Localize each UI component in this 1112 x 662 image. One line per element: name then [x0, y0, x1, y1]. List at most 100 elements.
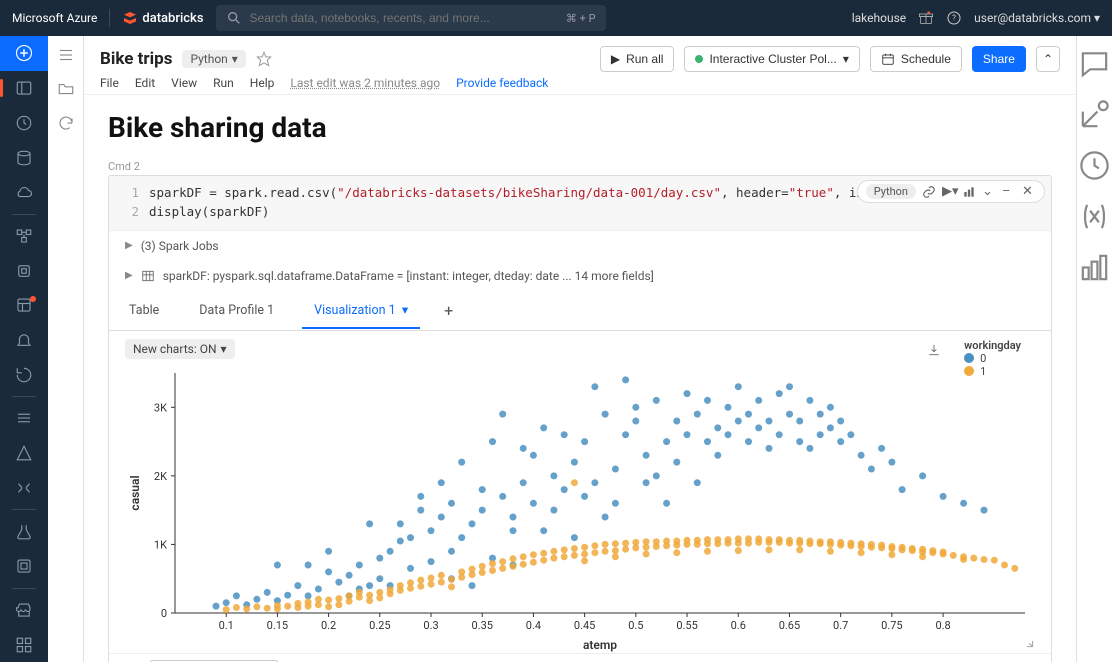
toc-icon[interactable] — [57, 46, 75, 64]
menu-run[interactable]: Run — [213, 76, 234, 90]
run-all-button[interactable]: ▶ Run all — [600, 46, 675, 72]
lang-selector[interactable]: Python ▾ — [182, 50, 245, 68]
svg-text:casual: casual — [128, 475, 142, 510]
svg-text:?: ? — [952, 14, 956, 23]
top-bar: Microsoft Azure databricks ⌘ + P lakehou… — [0, 0, 1112, 36]
last-edit-text: Last edit was 2 minutes ago — [290, 76, 440, 90]
databricks-logo-icon — [122, 10, 138, 26]
svg-text:0.3: 0.3 — [423, 619, 438, 632]
tab-table[interactable]: Table — [125, 293, 163, 328]
cell-footer: Edit Visualization 731 rows Refreshed 1 … — [109, 653, 1051, 662]
collapse-sidebar-button[interactable]: ⌃ — [1036, 46, 1060, 72]
cluster-selector[interactable]: Interactive Cluster Pol... ▾ — [684, 46, 859, 72]
svg-text:0.1: 0.1 — [219, 619, 234, 632]
menu-view[interactable]: View — [171, 76, 197, 90]
svg-text:0.65: 0.65 — [779, 619, 800, 632]
recents-nav[interactable] — [0, 105, 48, 140]
feedback-link[interactable]: Provide feedback — [456, 76, 548, 90]
svg-text:0.35: 0.35 — [472, 619, 493, 632]
brand-databricks: databricks — [122, 10, 203, 26]
chart-legend: workingday 0 1 — [964, 339, 1021, 378]
svg-text:0.8: 0.8 — [935, 619, 950, 632]
search-icon — [226, 10, 242, 26]
search-input[interactable] — [250, 11, 558, 25]
svg-text:0.75: 0.75 — [881, 619, 902, 632]
schedule-button[interactable]: Schedule — [870, 46, 962, 72]
menu-file[interactable]: File — [100, 76, 119, 90]
notebook-header: Bike trips Python ▾ ▶ Run all Interactiv… — [84, 36, 1076, 95]
share-panel-icon[interactable] — [1077, 97, 1112, 132]
gift-icon[interactable] — [918, 10, 934, 26]
pipelines-nav[interactable] — [0, 471, 48, 506]
tab-data-profile[interactable]: Data Profile 1 — [195, 293, 278, 328]
svg-text:0.25: 0.25 — [369, 619, 390, 632]
ingest-nav[interactable] — [0, 401, 48, 436]
alerts-nav[interactable] — [0, 323, 48, 358]
new-button[interactable] — [0, 36, 48, 71]
svg-text:0: 0 — [161, 607, 167, 620]
partner-nav[interactable] — [0, 627, 48, 662]
brand-databricks-text: databricks — [142, 11, 203, 26]
svg-text:0.2: 0.2 — [321, 619, 336, 632]
svg-text:1K: 1K — [154, 538, 167, 551]
models-nav[interactable] — [0, 549, 48, 584]
close-icon[interactable]: ✕ — [1022, 184, 1036, 199]
link-icon[interactable] — [922, 185, 936, 199]
notebook-title[interactable]: Bike trips — [100, 49, 172, 69]
notebook-body: Bike sharing data Cmd 2 Python ▶▾ ⌄ – ✕ … — [84, 95, 1076, 662]
global-search[interactable]: ⌘ + P — [216, 5, 606, 31]
delta-nav[interactable] — [0, 436, 48, 471]
dashboard-icon[interactable] — [1077, 250, 1112, 285]
legend-item-1[interactable]: 1 — [964, 365, 1021, 378]
legend-item-0[interactable]: 0 — [964, 352, 1021, 365]
workspace-name[interactable]: lakehouse — [852, 11, 906, 25]
search-kbd: ⌘ + P — [566, 12, 596, 25]
new-charts-toggle[interactable]: New charts: ON ▾ — [125, 339, 235, 359]
tab-visualization[interactable]: Visualization 1 ▾ — [310, 292, 412, 328]
svg-text:0.4: 0.4 — [526, 619, 541, 632]
star-icon[interactable] — [256, 51, 272, 67]
chevron-down-icon[interactable]: ⌄ — [982, 184, 996, 199]
svg-text:0.7: 0.7 — [833, 619, 848, 632]
marketplace-nav[interactable] — [0, 593, 48, 628]
workflows-nav[interactable] — [0, 219, 48, 254]
run-cell-icon[interactable]: ▶▾ — [942, 184, 956, 199]
sql-nav[interactable] — [0, 288, 48, 323]
folder-icon[interactable] — [57, 80, 75, 98]
add-tab-button[interactable]: + — [444, 301, 453, 320]
data-nav[interactable] — [0, 140, 48, 175]
table-icon — [141, 269, 155, 283]
history-nav[interactable] — [0, 357, 48, 392]
experiments-nav[interactable] — [0, 514, 48, 549]
divider — [109, 9, 110, 27]
refresh-icon[interactable] — [57, 114, 75, 132]
help-icon[interactable]: ? — [946, 10, 962, 26]
compute-nav[interactable] — [0, 253, 48, 288]
output-tabs: Table Data Profile 1 Visualization 1 ▾ + — [109, 291, 1051, 331]
code-cell: Python ▶▾ ⌄ – ✕ 12 sparkDF = spark.read.… — [108, 175, 1052, 662]
resize-handle-icon[interactable] — [1021, 635, 1035, 649]
workspace-nav[interactable] — [0, 71, 48, 106]
schema-row[interactable]: ▶sparkDF: pyspark.sql.dataframe.DataFram… — [109, 261, 1051, 291]
spark-jobs-row[interactable]: ▶(3) Spark Jobs — [109, 231, 1051, 261]
comment-icon[interactable] — [1077, 46, 1112, 81]
share-button[interactable]: Share — [972, 46, 1026, 72]
chart-icon[interactable] — [962, 185, 976, 199]
notebook-menu-bar: File Edit View Run Help Last edit was 2 … — [100, 76, 1060, 90]
download-icon[interactable] — [927, 343, 941, 357]
svg-text:0.15: 0.15 — [267, 619, 288, 632]
cloud-nav[interactable] — [0, 175, 48, 210]
variables-icon[interactable] — [1077, 199, 1112, 234]
svg-text:atemp: atemp — [583, 638, 617, 652]
menu-help[interactable]: Help — [250, 76, 275, 90]
cell-toolbar: Python ▶▾ ⌄ – ✕ — [857, 180, 1045, 203]
scatter-chart[interactable]: 01K2K3K0.10.150.20.250.30.350.40.450.50.… — [125, 363, 1035, 653]
minimize-icon[interactable]: – — [1002, 184, 1016, 199]
revision-icon[interactable] — [1077, 148, 1112, 183]
cell-lang-pill[interactable]: Python — [866, 184, 916, 199]
user-menu[interactable]: user@databricks.com ▾ — [974, 11, 1100, 25]
menu-edit[interactable]: Edit — [135, 76, 155, 90]
right-gutter — [1076, 36, 1112, 662]
svg-text:0.45: 0.45 — [574, 619, 595, 632]
svg-text:2K: 2K — [154, 469, 167, 482]
